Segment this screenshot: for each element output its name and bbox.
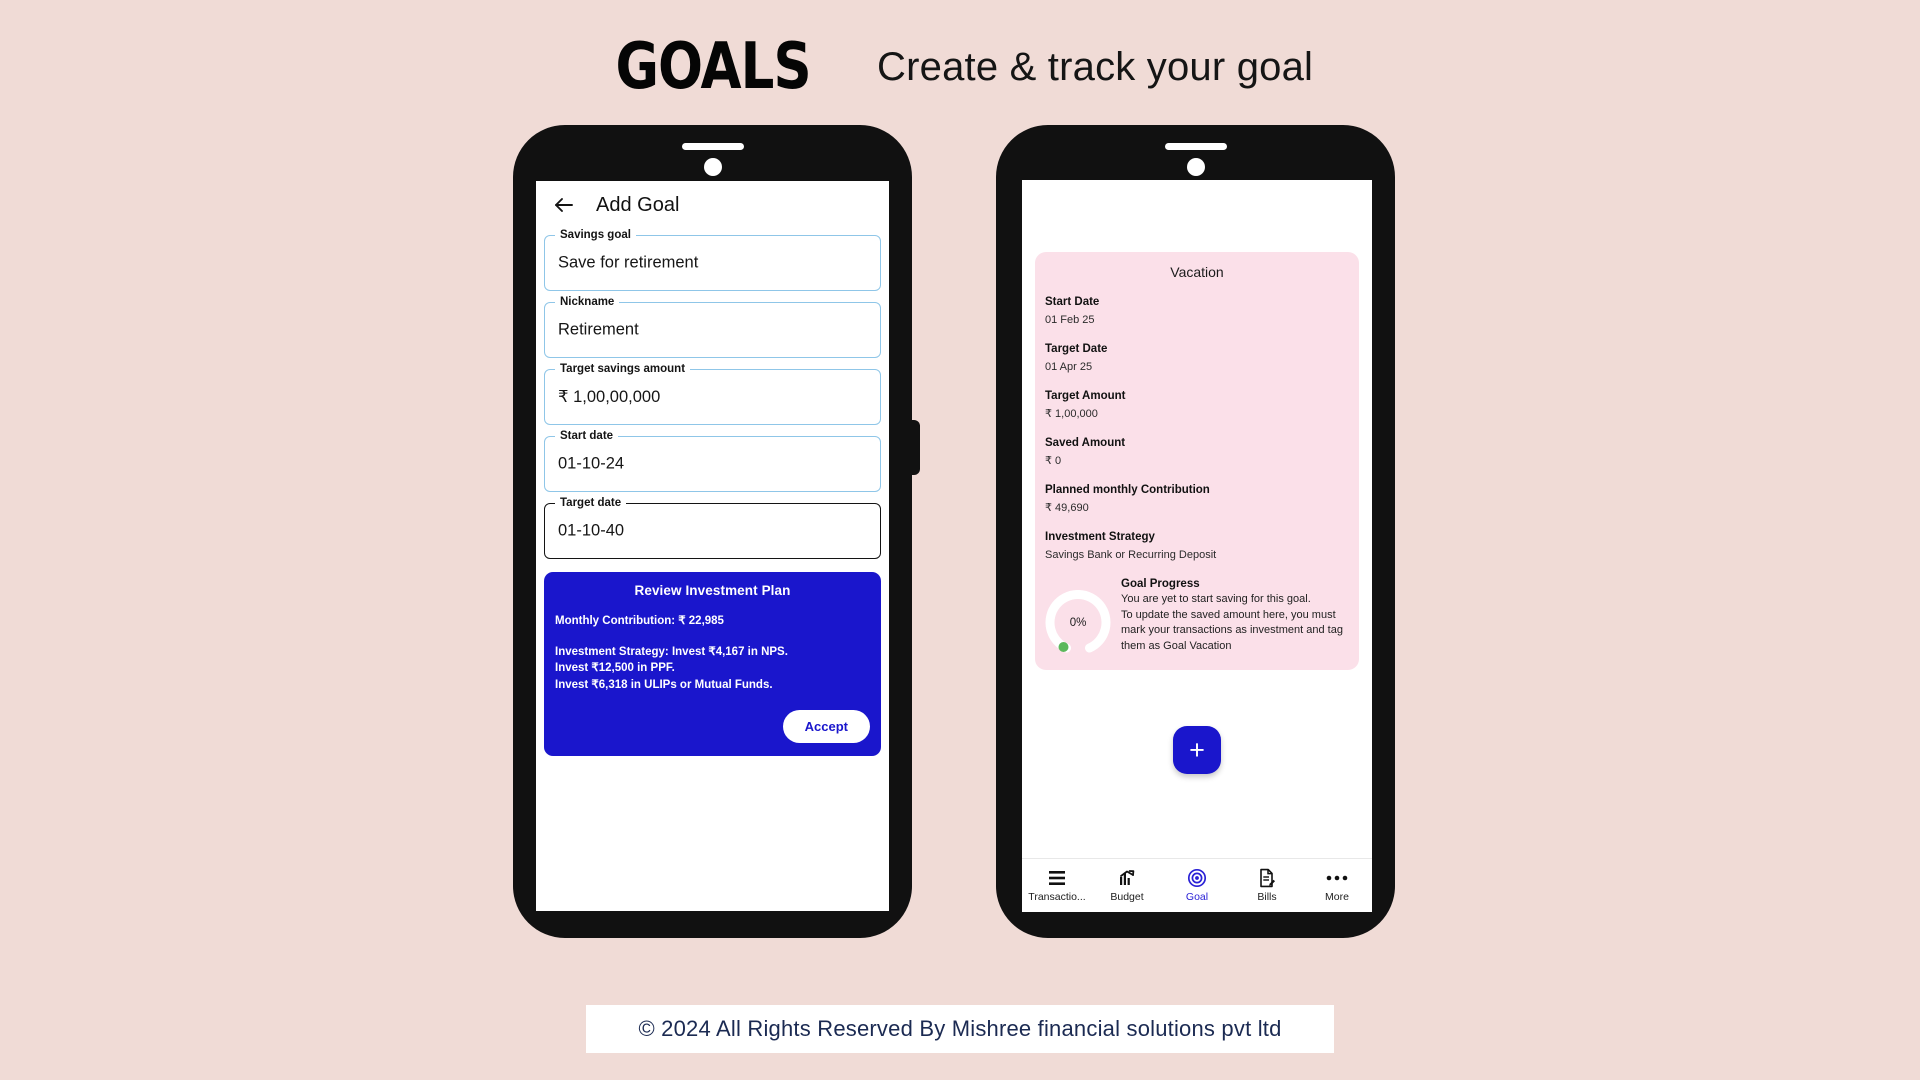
nav-item-more[interactable]: More (1302, 868, 1372, 903)
nav-item-budget[interactable]: Budget (1092, 868, 1162, 903)
plus-icon: + (1189, 734, 1205, 765)
goal-list-screen: Vacation Start Date 01 Feb 25 Target Dat… (1022, 180, 1372, 912)
bottom-navigation: Transactio... Budget Goal Bills More (1022, 858, 1372, 912)
goal-card-title: Vacation (1170, 264, 1224, 280)
review-panel-title: Review Investment Plan (634, 583, 791, 598)
detail-target-amount: Target Amount ₹ 1,00,000 (1045, 388, 1349, 422)
progress-text-block: Goal Progress You are yet to start savin… (1121, 576, 1349, 654)
bar-chart-arrow-icon (1117, 868, 1137, 888)
field-start-date[interactable]: Start date 01-10-24 (544, 428, 881, 492)
goal-card[interactable]: Vacation Start Date 01 Feb 25 Target Dat… (1035, 252, 1359, 670)
nav-item-bills[interactable]: Bills (1232, 868, 1302, 903)
ellipsis-icon (1326, 868, 1348, 888)
monthly-contribution-text: Monthly Contribution: ₹ 22,985 (555, 615, 724, 627)
detail-start-date: Start Date 01 Feb 25 (1045, 294, 1349, 328)
phone-speaker (1164, 143, 1227, 150)
field-target-date[interactable]: Target date 01-10-40 (544, 495, 881, 559)
field-label: Target date (555, 495, 627, 511)
detail-label: Target Amount (1045, 390, 1126, 402)
detail-target-date: Target Date 01 Apr 25 (1045, 341, 1349, 375)
page-title: Add Goal (596, 193, 680, 216)
target-date-input[interactable]: 01-10-40 (558, 522, 624, 541)
nav-item-goal[interactable]: Goal (1162, 868, 1232, 903)
detail-label: Saved Amount (1045, 437, 1126, 449)
nav-item-transactions[interactable]: Transactio... (1022, 868, 1092, 903)
nav-label: Goal (1185, 891, 1209, 903)
detail-label: Target Date (1045, 343, 1108, 355)
left-phone-mockup: Add Goal Savings goal Save for retiremen… (513, 125, 920, 938)
review-actions: Accept (555, 710, 870, 743)
goal-progress-section: 0% Goal Progress You are yet to start sa… (1045, 576, 1349, 656)
nickname-input[interactable]: Retirement (558, 321, 639, 340)
detail-value: ₹ 49,690 (1045, 502, 1089, 514)
detail-label: Planned monthly Contribution (1045, 484, 1210, 496)
page-header: GOALS Create & track your goal (0, 22, 1920, 112)
phone-camera-icon (1186, 158, 1205, 176)
detail-value: 01 Feb 25 (1045, 314, 1095, 326)
field-target-savings-amount[interactable]: Target savings amount ₹ 1,00,00,000 (544, 361, 881, 425)
add-goal-fab[interactable]: + (1173, 726, 1221, 774)
target-icon (1187, 868, 1207, 888)
page-tagline: Create & track your goal (877, 44, 1314, 89)
accept-button[interactable]: Accept (782, 710, 870, 743)
detail-value: 01 Apr 25 (1045, 361, 1093, 373)
brand-title: GOALS (615, 30, 811, 104)
savings-goal-input[interactable]: Save for retirement (558, 254, 698, 273)
review-investment-plan-panel: Review Investment Plan Monthly Contribut… (544, 572, 881, 756)
goal-form: Savings goal Save for retirement Nicknam… (536, 227, 889, 559)
progress-percent-label: 0% (1069, 617, 1087, 629)
field-label: Nickname (555, 294, 620, 310)
field-label: Savings goal (555, 227, 636, 243)
progress-body-line-2: To update the saved amount here, you mus… (1121, 608, 1343, 652)
progress-gauge: 0% (1045, 590, 1111, 656)
progress-body-line-1: You are yet to start saving for this goa… (1121, 593, 1311, 605)
document-pencil-icon (1257, 868, 1277, 888)
field-savings-goal[interactable]: Savings goal Save for retirement (544, 227, 881, 291)
detail-value: ₹ 0 (1045, 455, 1062, 467)
detail-value: ₹ 1,00,000 (1045, 408, 1098, 420)
phone-speaker (681, 143, 744, 150)
footer-bar: © 2024 All Rights Reserved By Mishree fi… (586, 1005, 1334, 1053)
target-amount-input[interactable]: ₹ 1,00,00,000 (558, 387, 660, 407)
detail-value: Savings Bank or Recurring Deposit (1045, 549, 1217, 561)
nav-label: Transactio... (1028, 891, 1086, 903)
phone-power-button[interactable] (908, 420, 920, 475)
start-date-input[interactable]: 01-10-24 (558, 455, 624, 474)
nav-label: More (1325, 891, 1349, 903)
field-nickname[interactable]: Nickname Retirement (544, 294, 881, 358)
detail-saved-amount: Saved Amount ₹ 0 (1045, 435, 1349, 469)
page-root: GOALS Create & track your goal Add Goal … (0, 0, 1920, 1080)
progress-title: Goal Progress (1121, 578, 1200, 590)
phone-camera-icon (703, 158, 722, 176)
strategy-line-2: Invest ₹12,500 in PPF. (555, 662, 675, 674)
add-goal-screen: Add Goal Savings goal Save for retiremen… (536, 181, 889, 911)
strategy-line-3: Invest ₹6,318 in ULIPs or Mutual Funds. (555, 678, 773, 691)
list-lines-icon (1047, 868, 1067, 888)
detail-label: Investment Strategy (1045, 531, 1155, 543)
strategy-line-1: Investment Strategy: Invest ₹4,167 in NP… (555, 645, 788, 658)
app-bar: Add Goal (536, 181, 889, 229)
right-phone-mockup: Vacation Start Date 01 Feb 25 Target Dat… (996, 125, 1395, 938)
copyright-text: © 2024 All Rights Reserved By Mishree fi… (638, 1016, 1282, 1041)
nav-label: Bills (1257, 891, 1277, 903)
fab-container: + (1022, 726, 1372, 774)
detail-label: Start Date (1045, 296, 1100, 308)
detail-investment-strategy: Investment Strategy Savings Bank or Recu… (1045, 529, 1349, 563)
field-label: Start date (555, 428, 619, 444)
arrow-left-icon[interactable] (552, 193, 576, 217)
nav-label: Budget (1110, 891, 1144, 903)
detail-planned-monthly-contribution: Planned monthly Contribution ₹ 49,690 (1045, 482, 1349, 516)
field-label: Target savings amount (555, 361, 691, 377)
